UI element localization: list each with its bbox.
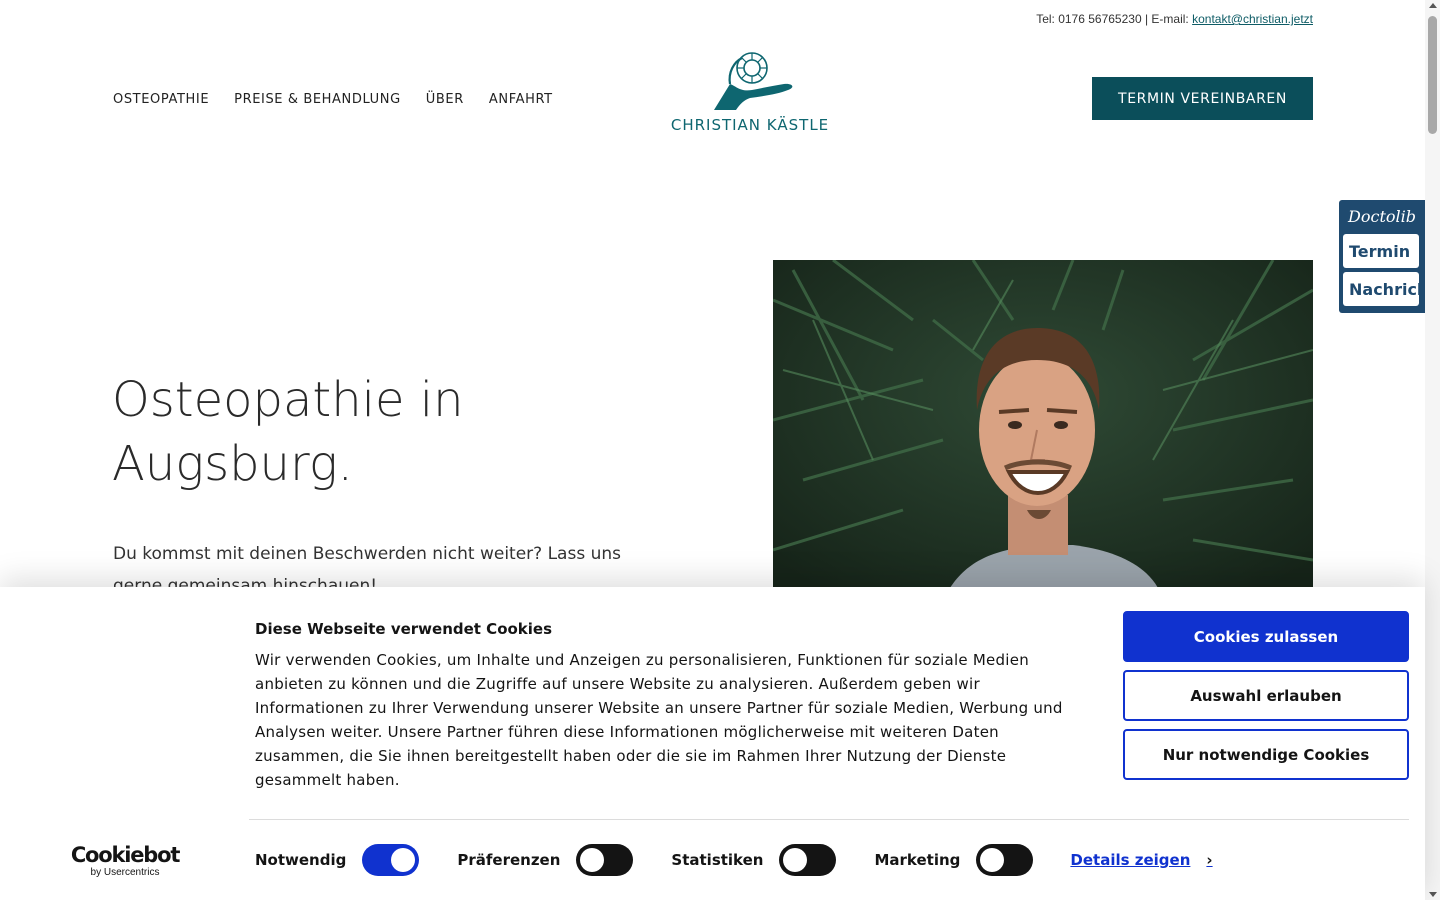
contact-phone-text: Tel: 0176 56765230 | E-mail: bbox=[1036, 12, 1193, 26]
cookie-divider bbox=[249, 819, 1409, 820]
cookie-title: Diese Webseite verwendet Cookies bbox=[255, 620, 553, 638]
hero-title-line2: Augsburg. bbox=[112, 436, 353, 492]
hero-title-line1: Osteopathie in bbox=[112, 372, 464, 428]
consent-toggles: Notwendig Präferenzen Statistiken Market… bbox=[255, 844, 1213, 876]
logo-text: CHRISTIAN KÄSTLE bbox=[670, 116, 830, 134]
main-nav: OSTEOPATHIE PREISE & BEHANDLUNG ÜBER ANF… bbox=[113, 92, 553, 107]
nav-item-osteopathie[interactable]: OSTEOPATHIE bbox=[113, 92, 209, 107]
page-scrollbar[interactable] bbox=[1425, 0, 1440, 900]
doctolib-widget: Doctolib Termin Nachricht bbox=[1339, 200, 1425, 313]
show-details-link[interactable]: Details zeigen › bbox=[1070, 851, 1212, 869]
portrait-photo bbox=[773, 260, 1313, 600]
portrait-illustration bbox=[773, 260, 1313, 600]
show-details-label: Details zeigen bbox=[1070, 851, 1191, 869]
toggle-label-marketing: Marketing bbox=[874, 851, 961, 869]
toggle-praeferenzen[interactable] bbox=[576, 844, 634, 876]
cookie-banner: Diese Webseite verwendet Cookies Wir ver… bbox=[0, 587, 1425, 900]
doctolib-nachricht-button[interactable]: Nachricht bbox=[1343, 272, 1419, 306]
toggle-marketing[interactable] bbox=[976, 844, 1034, 876]
toggle-knob bbox=[783, 848, 808, 872]
nav-item-anfahrt[interactable]: ANFAHRT bbox=[489, 92, 553, 107]
scroll-down-arrow-icon[interactable] bbox=[1429, 892, 1437, 897]
toggle-knob bbox=[580, 848, 605, 872]
toggle-item-praeferenzen: Präferenzen bbox=[457, 844, 634, 876]
toggle-statistiken[interactable] bbox=[779, 844, 837, 876]
toggle-item-marketing: Marketing bbox=[874, 844, 1034, 876]
hero-title: Osteopathie in Augsburg. bbox=[112, 368, 612, 496]
toggle-label-praeferenzen: Präferenzen bbox=[457, 851, 561, 869]
hand-with-disc-logo-icon bbox=[714, 52, 793, 110]
toggle-label-notwendig: Notwendig bbox=[255, 851, 347, 869]
necessary-only-button[interactable]: Nur notwendige Cookies bbox=[1123, 729, 1409, 780]
cookiebot-logo: Cookiebot by Usercentrics bbox=[70, 843, 181, 878]
cookiebot-brand-name: Cookiebot bbox=[70, 843, 181, 867]
contact-email-link[interactable]: kontakt@christian.jetzt bbox=[1192, 12, 1313, 26]
nav-item-ueber[interactable]: ÜBER bbox=[426, 92, 464, 107]
scroll-up-arrow-icon[interactable] bbox=[1429, 3, 1437, 8]
toggle-knob bbox=[980, 848, 1005, 872]
toggle-item-statistiken: Statistiken bbox=[671, 844, 837, 876]
cookie-description: Wir verwenden Cookies, um Inhalte und An… bbox=[255, 651, 1063, 789]
cookiebot-brand-by: by Usercentrics bbox=[90, 867, 160, 878]
doctolib-logo: Doctolib bbox=[1348, 207, 1416, 226]
doctolib-termin-button[interactable]: Termin bbox=[1343, 234, 1419, 268]
site-logo[interactable]: CHRISTIAN KÄSTLE bbox=[660, 50, 840, 134]
contact-bar: Tel: 0176 56765230 | E-mail: kontakt@chr… bbox=[1036, 12, 1313, 26]
allow-selection-button[interactable]: Auswahl erlauben bbox=[1123, 670, 1409, 721]
chevron-right-icon: › bbox=[1206, 851, 1213, 869]
toggle-label-statistiken: Statistiken bbox=[671, 851, 764, 869]
allow-all-cookies-button[interactable]: Cookies zulassen bbox=[1123, 611, 1409, 662]
nav-item-preise[interactable]: PREISE & BEHANDLUNG bbox=[234, 92, 401, 107]
scrollbar-thumb[interactable] bbox=[1428, 16, 1437, 134]
toggle-notwendig[interactable] bbox=[362, 844, 420, 876]
book-appointment-button[interactable]: TERMIN VEREINBAREN bbox=[1092, 77, 1313, 120]
toggle-item-notwendig: Notwendig bbox=[255, 844, 420, 876]
toggle-knob bbox=[391, 848, 416, 872]
